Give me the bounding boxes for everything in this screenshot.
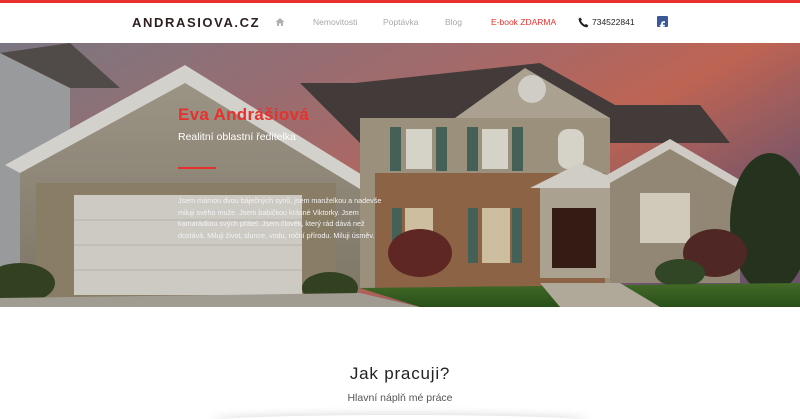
facebook-icon[interactable] [657,16,668,31]
nav-item-ebook[interactable]: E-book ZDARMA [491,17,556,27]
hero-role: Realitní oblastní ředitelka [178,131,296,143]
main-nav: Nemovitosti Poptávka Blog E-book ZDARMA … [0,3,800,43]
card-top-shadow [212,415,588,419]
home-icon[interactable] [275,17,285,27]
hero-overlay [0,43,800,307]
site-header: ANDRASIOVA.CZ Nemovitosti Poptávka Blog … [0,3,800,43]
how-i-work-section: Jak pracuji? Hlavní náplň mé práce [0,307,800,419]
phone-number-link[interactable]: 734522841 [592,17,635,27]
hero-divider [178,167,216,169]
nav-item-poptavka[interactable]: Poptávka [383,17,418,27]
nav-item-blog[interactable]: Blog [445,17,462,27]
phone-icon [578,17,589,28]
section-title: Jak pracuji? [349,364,451,383]
hero-bio: Jsem mámou dvou báječných synů, jsem man… [178,196,382,240]
hero-banner: Eva Andrášiová Realitní oblastní ředitel… [0,43,800,307]
section-subtitle: Hlavní náplň mé práce [347,392,453,404]
hero-name: Eva Andrášiová [178,105,310,124]
nav-item-nemovitosti[interactable]: Nemovitosti [313,17,357,27]
